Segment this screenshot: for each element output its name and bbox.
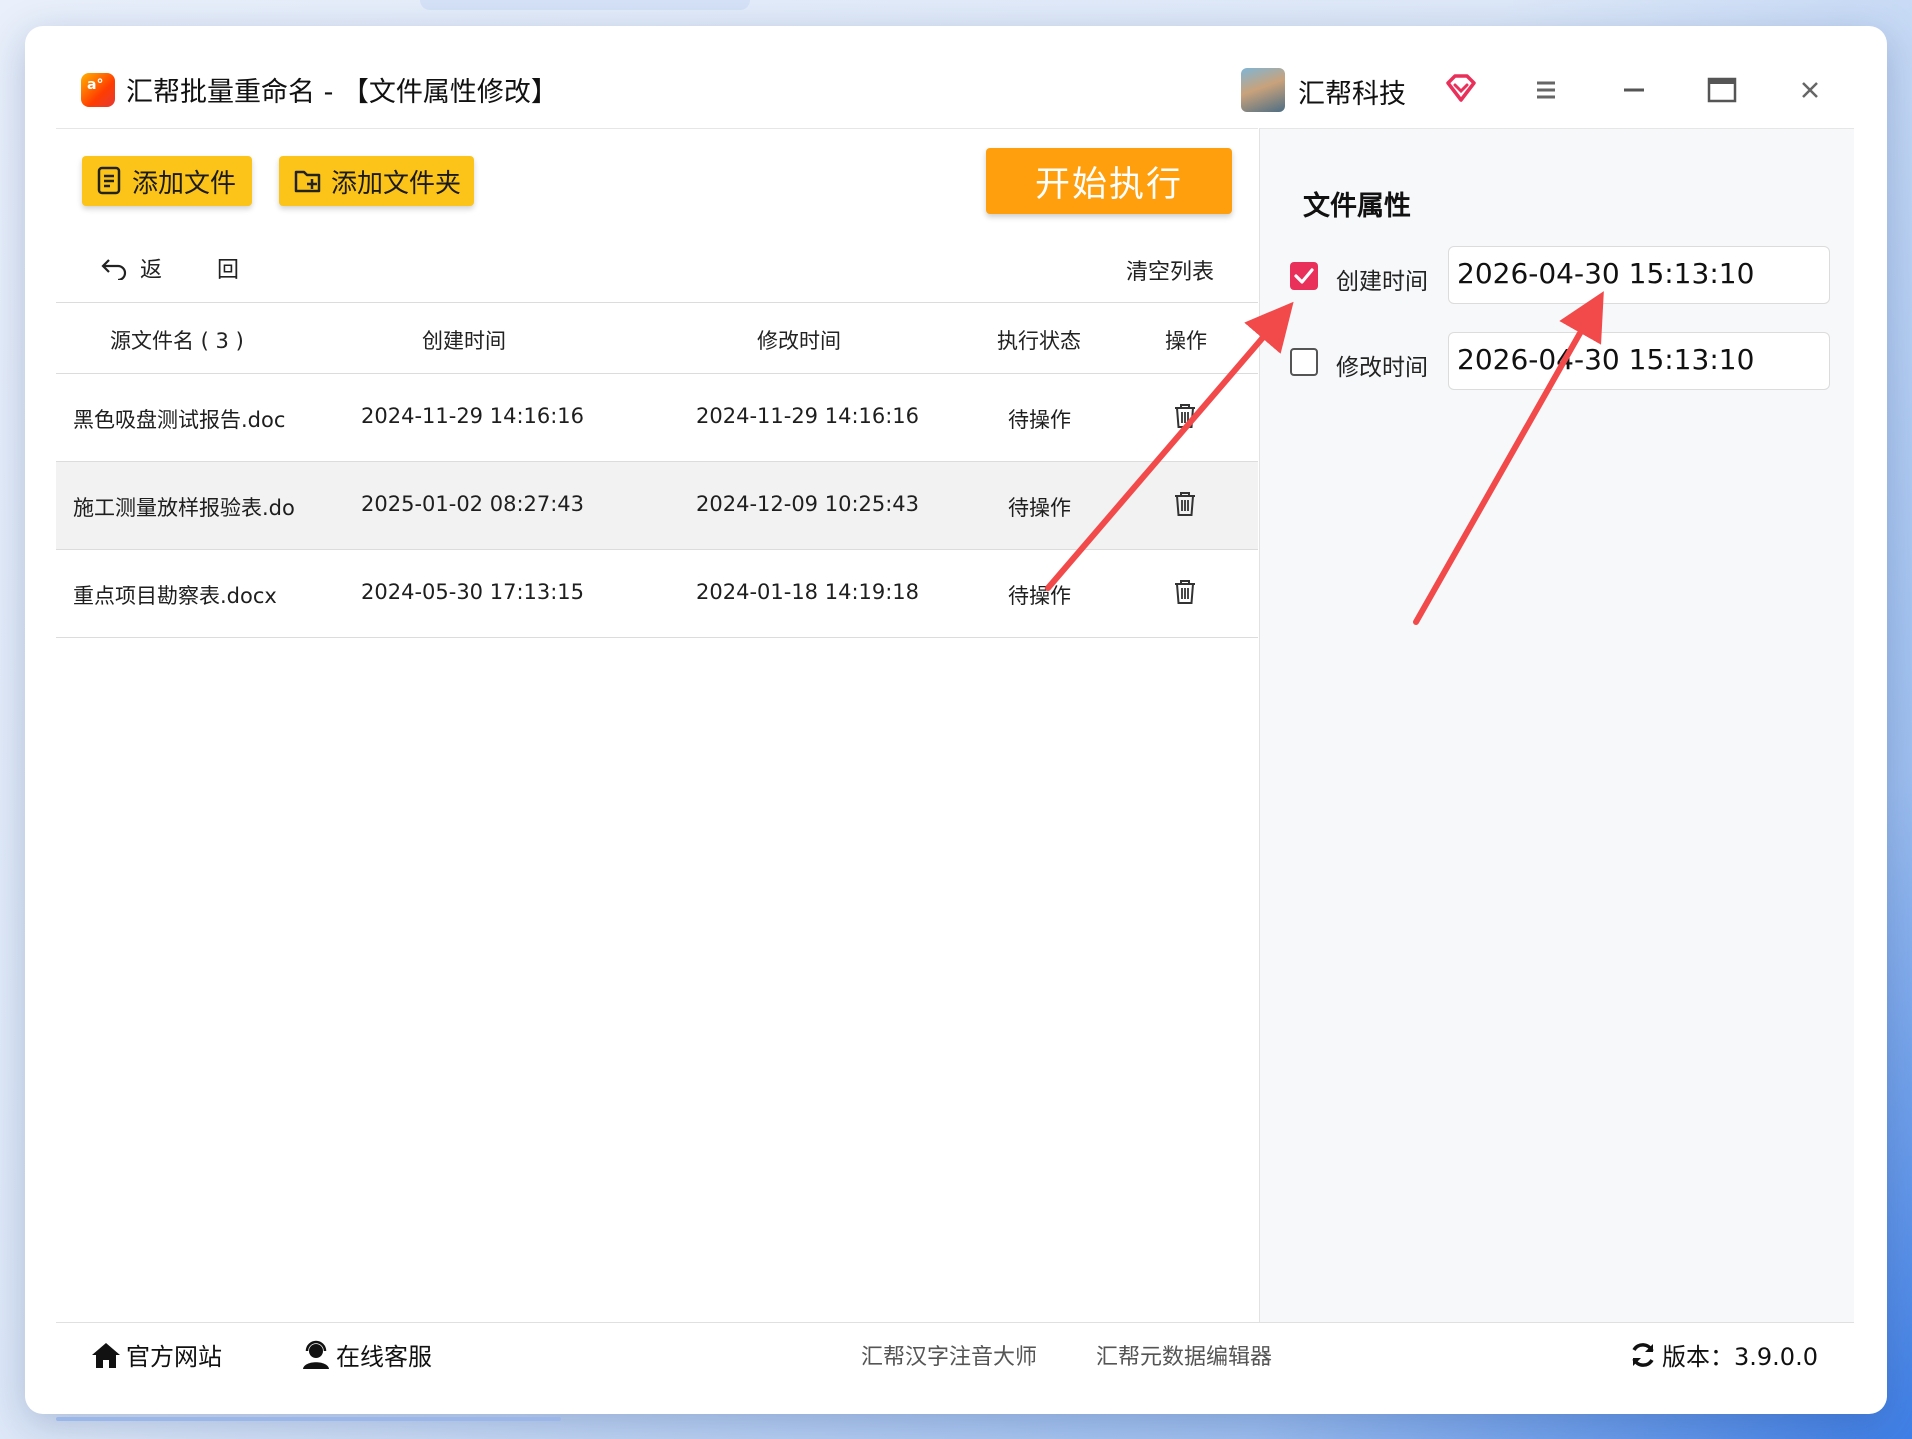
background-tab-hint (420, 0, 750, 10)
footer-bar: 官方网站 在线客服 汇帮汉字注音大师 汇帮元数据编辑器 版本：3.9.0.0 (56, 1322, 1854, 1383)
add-file-label: 添加文件 (132, 168, 237, 199)
cell-modify-time: 2024-12-09 10:25:43 (696, 492, 920, 516)
file-table: 源文件名 ( 3 ) 创建时间 修改时间 执行状态 操作 黑色吸盘测试报告.do… (56, 302, 1258, 638)
start-button[interactable]: 开始执行 (986, 148, 1232, 214)
title-bar: a° 汇帮批量重命名 - 【文件属性修改】 汇帮科技 (56, 50, 1854, 128)
maximize-icon[interactable] (1702, 70, 1742, 110)
cell-create-time: 2024-11-29 14:16:16 (361, 404, 585, 428)
cell-filename: 重点项目勘察表.docx (73, 584, 277, 608)
cell-status: 待操作 (1008, 496, 1071, 520)
create-time-label: 创建时间 (1336, 269, 1428, 295)
cell-status: 待操作 (1008, 408, 1071, 432)
add-folder-icon (294, 170, 321, 193)
cell-filename: 黑色吸盘测试报告.doc (73, 408, 286, 432)
table-row[interactable]: 重点项目勘察表.docx 2024-05-30 17:13:15 2024-01… (56, 550, 1258, 638)
attribute-panel (1259, 128, 1854, 1323)
app-logo-icon: a° (81, 73, 115, 107)
back-arrow-icon (101, 259, 127, 280)
modify-time-input[interactable]: 2026-04-30 15:13:10 (1448, 332, 1830, 390)
vip-diamond-icon[interactable] (1444, 72, 1478, 106)
cell-modify-time: 2024-11-29 14:16:16 (696, 404, 920, 428)
table-header: 源文件名 ( 3 ) 创建时间 修改时间 执行状态 操作 (56, 302, 1258, 374)
clear-list-button[interactable]: 清空列表 (1126, 254, 1214, 286)
official-website-label: 官方网站 (126, 1343, 222, 1371)
app-title: 汇帮批量重命名 - 【文件属性修改】 (126, 77, 558, 108)
header-modify-time: 修改时间 (757, 329, 841, 353)
modify-time-label: 修改时间 (1336, 355, 1428, 381)
online-support-label: 在线客服 (336, 1343, 432, 1371)
cell-create-time: 2024-05-30 17:13:15 (361, 580, 585, 604)
add-folder-button[interactable]: 添加文件夹 (279, 156, 474, 206)
trash-icon[interactable] (1172, 578, 1198, 606)
official-website-link[interactable]: 官方网站 (90, 1337, 222, 1372)
add-file-button[interactable]: 添加文件 (82, 156, 252, 206)
trash-icon[interactable] (1172, 490, 1198, 518)
create-time-checkbox[interactable] (1290, 262, 1318, 290)
refresh-icon (1632, 1342, 1654, 1367)
create-time-row: 创建时间 2026-04-30 15:13:10 (1290, 246, 1830, 306)
add-folder-label: 添加文件夹 (331, 168, 462, 199)
modify-time-row: 修改时间 2026-04-30 15:13:10 (1290, 332, 1830, 392)
checkmark-icon (1294, 268, 1314, 284)
header-operation: 操作 (1165, 329, 1207, 353)
header-create-time: 创建时间 (422, 329, 506, 353)
panel-title: 文件属性 (1303, 191, 1411, 222)
header-filename: 源文件名 ( 3 ) (110, 329, 244, 353)
add-file-icon (97, 166, 121, 195)
version-label: 版本：3.9.0.0 (1662, 1343, 1818, 1371)
customer-service-icon (303, 1340, 329, 1369)
table-row[interactable]: 施工测量放样报验表.do 2025-01-02 08:27:43 2024-12… (56, 462, 1258, 550)
modify-time-checkbox[interactable] (1290, 348, 1318, 376)
trash-icon[interactable] (1172, 402, 1198, 430)
footer-link-pinyin[interactable]: 汇帮汉字注音大师 (861, 1339, 1037, 1371)
minimize-icon[interactable] (1614, 70, 1654, 110)
scroll-indicator (56, 1417, 561, 1421)
brand-name: 汇帮科技 (1298, 79, 1406, 110)
cell-modify-time: 2024-01-18 14:19:18 (696, 580, 920, 604)
close-icon[interactable] (1790, 70, 1830, 110)
cell-status: 待操作 (1008, 584, 1071, 608)
create-time-input[interactable]: 2026-04-30 15:13:10 (1448, 246, 1830, 304)
user-avatar[interactable] (1241, 68, 1285, 112)
online-support-link[interactable]: 在线客服 (300, 1337, 432, 1372)
cell-create-time: 2025-01-02 08:27:43 (361, 492, 585, 516)
version-info[interactable]: 版本：3.9.0.0 (1628, 1337, 1818, 1372)
table-row[interactable]: 黑色吸盘测试报告.doc 2024-11-29 14:16:16 2024-11… (56, 374, 1258, 462)
cell-filename: 施工测量放样报验表.do (73, 496, 295, 520)
back-label: 返 回 (140, 258, 263, 283)
back-button[interactable]: 返 回 (100, 252, 263, 284)
header-status: 执行状态 (997, 329, 1081, 353)
menu-icon[interactable] (1526, 70, 1566, 110)
footer-link-metadata[interactable]: 汇帮元数据编辑器 (1096, 1339, 1272, 1371)
home-icon (92, 1342, 120, 1368)
